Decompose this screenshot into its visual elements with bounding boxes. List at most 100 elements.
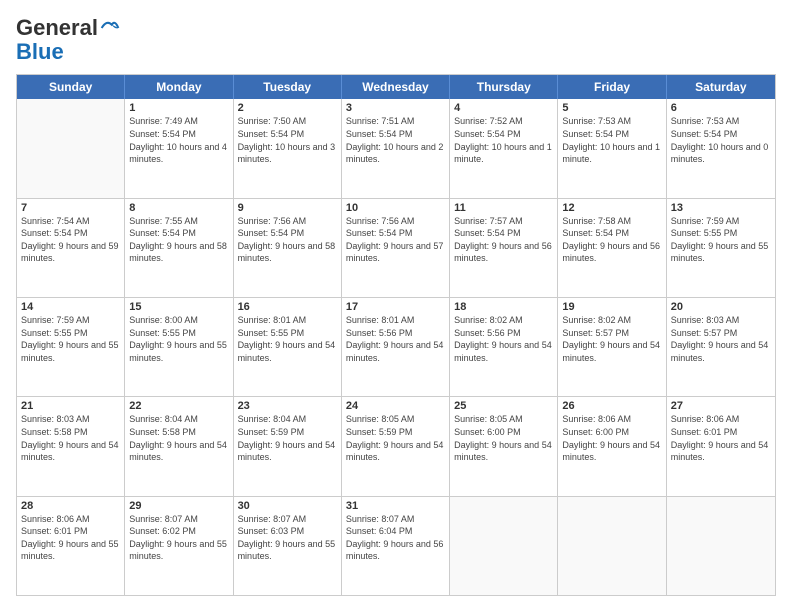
day-number: 5 xyxy=(562,102,661,114)
day-info: Sunrise: 8:06 AMSunset: 6:01 PMDaylight:… xyxy=(21,513,120,563)
calendar-row-3: 21Sunrise: 8:03 AMSunset: 5:58 PMDayligh… xyxy=(17,397,775,496)
header-day-friday: Friday xyxy=(558,75,666,99)
day-number: 4 xyxy=(454,102,553,114)
calendar-cell: 4Sunrise: 7:52 AMSunset: 5:54 PMDaylight… xyxy=(450,99,558,197)
calendar-body: 1Sunrise: 7:49 AMSunset: 5:54 PMDaylight… xyxy=(17,99,775,595)
day-number: 2 xyxy=(238,102,337,114)
day-number: 22 xyxy=(129,400,228,412)
day-number: 6 xyxy=(671,102,771,114)
day-info: Sunrise: 8:07 AMSunset: 6:02 PMDaylight:… xyxy=(129,513,228,563)
calendar-cell: 24Sunrise: 8:05 AMSunset: 5:59 PMDayligh… xyxy=(342,397,450,495)
day-info: Sunrise: 7:50 AMSunset: 5:54 PMDaylight:… xyxy=(238,115,337,165)
day-info: Sunrise: 7:59 AMSunset: 5:55 PMDaylight:… xyxy=(671,215,771,265)
day-info: Sunrise: 8:03 AMSunset: 5:57 PMDaylight:… xyxy=(671,314,771,364)
day-info: Sunrise: 8:00 AMSunset: 5:55 PMDaylight:… xyxy=(129,314,228,364)
day-info: Sunrise: 8:06 AMSunset: 6:01 PMDaylight:… xyxy=(671,413,771,463)
header-day-wednesday: Wednesday xyxy=(342,75,450,99)
calendar-cell: 12Sunrise: 7:58 AMSunset: 5:54 PMDayligh… xyxy=(558,199,666,297)
calendar-cell: 20Sunrise: 8:03 AMSunset: 5:57 PMDayligh… xyxy=(667,298,775,396)
calendar-cell: 26Sunrise: 8:06 AMSunset: 6:00 PMDayligh… xyxy=(558,397,666,495)
calendar-cell: 11Sunrise: 7:57 AMSunset: 5:54 PMDayligh… xyxy=(450,199,558,297)
header-day-thursday: Thursday xyxy=(450,75,558,99)
calendar-cell: 27Sunrise: 8:06 AMSunset: 6:01 PMDayligh… xyxy=(667,397,775,495)
calendar-cell: 31Sunrise: 8:07 AMSunset: 6:04 PMDayligh… xyxy=(342,497,450,595)
calendar-cell xyxy=(17,99,125,197)
day-info: Sunrise: 8:05 AMSunset: 5:59 PMDaylight:… xyxy=(346,413,445,463)
day-number: 11 xyxy=(454,202,553,214)
day-number: 9 xyxy=(238,202,337,214)
day-number: 21 xyxy=(21,400,120,412)
calendar-cell: 9Sunrise: 7:56 AMSunset: 5:54 PMDaylight… xyxy=(234,199,342,297)
calendar-row-2: 14Sunrise: 7:59 AMSunset: 5:55 PMDayligh… xyxy=(17,298,775,397)
day-number: 17 xyxy=(346,301,445,313)
day-info: Sunrise: 7:55 AMSunset: 5:54 PMDaylight:… xyxy=(129,215,228,265)
day-info: Sunrise: 7:59 AMSunset: 5:55 PMDaylight:… xyxy=(21,314,120,364)
day-number: 7 xyxy=(21,202,120,214)
calendar-cell: 17Sunrise: 8:01 AMSunset: 5:56 PMDayligh… xyxy=(342,298,450,396)
calendar-cell: 28Sunrise: 8:06 AMSunset: 6:01 PMDayligh… xyxy=(17,497,125,595)
calendar-cell: 16Sunrise: 8:01 AMSunset: 5:55 PMDayligh… xyxy=(234,298,342,396)
calendar-header: SundayMondayTuesdayWednesdayThursdayFrid… xyxy=(17,75,775,99)
day-info: Sunrise: 8:04 AMSunset: 5:58 PMDaylight:… xyxy=(129,413,228,463)
day-number: 18 xyxy=(454,301,553,313)
logo: General Blue xyxy=(16,16,120,64)
calendar-cell: 6Sunrise: 7:53 AMSunset: 5:54 PMDaylight… xyxy=(667,99,775,197)
day-number: 12 xyxy=(562,202,661,214)
day-number: 8 xyxy=(129,202,228,214)
calendar-cell: 10Sunrise: 7:56 AMSunset: 5:54 PMDayligh… xyxy=(342,199,450,297)
header-day-tuesday: Tuesday xyxy=(234,75,342,99)
day-info: Sunrise: 8:06 AMSunset: 6:00 PMDaylight:… xyxy=(562,413,661,463)
calendar-cell: 1Sunrise: 7:49 AMSunset: 5:54 PMDaylight… xyxy=(125,99,233,197)
calendar-cell: 13Sunrise: 7:59 AMSunset: 5:55 PMDayligh… xyxy=(667,199,775,297)
day-info: Sunrise: 8:04 AMSunset: 5:59 PMDaylight:… xyxy=(238,413,337,463)
day-number: 3 xyxy=(346,102,445,114)
calendar-cell: 21Sunrise: 8:03 AMSunset: 5:58 PMDayligh… xyxy=(17,397,125,495)
day-number: 23 xyxy=(238,400,337,412)
day-info: Sunrise: 8:07 AMSunset: 6:03 PMDaylight:… xyxy=(238,513,337,563)
day-number: 15 xyxy=(129,301,228,313)
calendar-cell: 22Sunrise: 8:04 AMSunset: 5:58 PMDayligh… xyxy=(125,397,233,495)
day-info: Sunrise: 7:49 AMSunset: 5:54 PMDaylight:… xyxy=(129,115,228,165)
day-info: Sunrise: 8:05 AMSunset: 6:00 PMDaylight:… xyxy=(454,413,553,463)
day-number: 29 xyxy=(129,500,228,512)
logo-blue-text: Blue xyxy=(16,39,64,64)
logo-icon xyxy=(100,18,120,38)
page: General Blue SundayMondayTuesdayWednesda… xyxy=(0,0,792,612)
day-number: 27 xyxy=(671,400,771,412)
calendar-cell: 2Sunrise: 7:50 AMSunset: 5:54 PMDaylight… xyxy=(234,99,342,197)
day-number: 24 xyxy=(346,400,445,412)
calendar-cell: 8Sunrise: 7:55 AMSunset: 5:54 PMDaylight… xyxy=(125,199,233,297)
header-day-sunday: Sunday xyxy=(17,75,125,99)
calendar-cell: 25Sunrise: 8:05 AMSunset: 6:00 PMDayligh… xyxy=(450,397,558,495)
day-number: 20 xyxy=(671,301,771,313)
calendar-row-4: 28Sunrise: 8:06 AMSunset: 6:01 PMDayligh… xyxy=(17,497,775,595)
calendar-row-0: 1Sunrise: 7:49 AMSunset: 5:54 PMDaylight… xyxy=(17,99,775,198)
day-info: Sunrise: 8:07 AMSunset: 6:04 PMDaylight:… xyxy=(346,513,445,563)
day-info: Sunrise: 7:54 AMSunset: 5:54 PMDaylight:… xyxy=(21,215,120,265)
calendar-cell: 3Sunrise: 7:51 AMSunset: 5:54 PMDaylight… xyxy=(342,99,450,197)
header-day-monday: Monday xyxy=(125,75,233,99)
calendar-cell: 29Sunrise: 8:07 AMSunset: 6:02 PMDayligh… xyxy=(125,497,233,595)
day-info: Sunrise: 8:01 AMSunset: 5:56 PMDaylight:… xyxy=(346,314,445,364)
calendar-cell xyxy=(558,497,666,595)
day-number: 13 xyxy=(671,202,771,214)
calendar-cell xyxy=(667,497,775,595)
calendar-cell: 19Sunrise: 8:02 AMSunset: 5:57 PMDayligh… xyxy=(558,298,666,396)
header-day-saturday: Saturday xyxy=(667,75,775,99)
calendar-cell: 23Sunrise: 8:04 AMSunset: 5:59 PMDayligh… xyxy=(234,397,342,495)
day-number: 10 xyxy=(346,202,445,214)
day-number: 14 xyxy=(21,301,120,313)
day-number: 26 xyxy=(562,400,661,412)
day-number: 31 xyxy=(346,500,445,512)
day-info: Sunrise: 7:52 AMSunset: 5:54 PMDaylight:… xyxy=(454,115,553,165)
day-info: Sunrise: 8:02 AMSunset: 5:57 PMDaylight:… xyxy=(562,314,661,364)
day-info: Sunrise: 7:51 AMSunset: 5:54 PMDaylight:… xyxy=(346,115,445,165)
calendar-cell: 5Sunrise: 7:53 AMSunset: 5:54 PMDaylight… xyxy=(558,99,666,197)
logo-general-text: General xyxy=(16,16,98,40)
calendar-row-1: 7Sunrise: 7:54 AMSunset: 5:54 PMDaylight… xyxy=(17,199,775,298)
day-info: Sunrise: 8:01 AMSunset: 5:55 PMDaylight:… xyxy=(238,314,337,364)
calendar-cell xyxy=(450,497,558,595)
day-info: Sunrise: 7:53 AMSunset: 5:54 PMDaylight:… xyxy=(562,115,661,165)
calendar-cell: 14Sunrise: 7:59 AMSunset: 5:55 PMDayligh… xyxy=(17,298,125,396)
day-number: 1 xyxy=(129,102,228,114)
